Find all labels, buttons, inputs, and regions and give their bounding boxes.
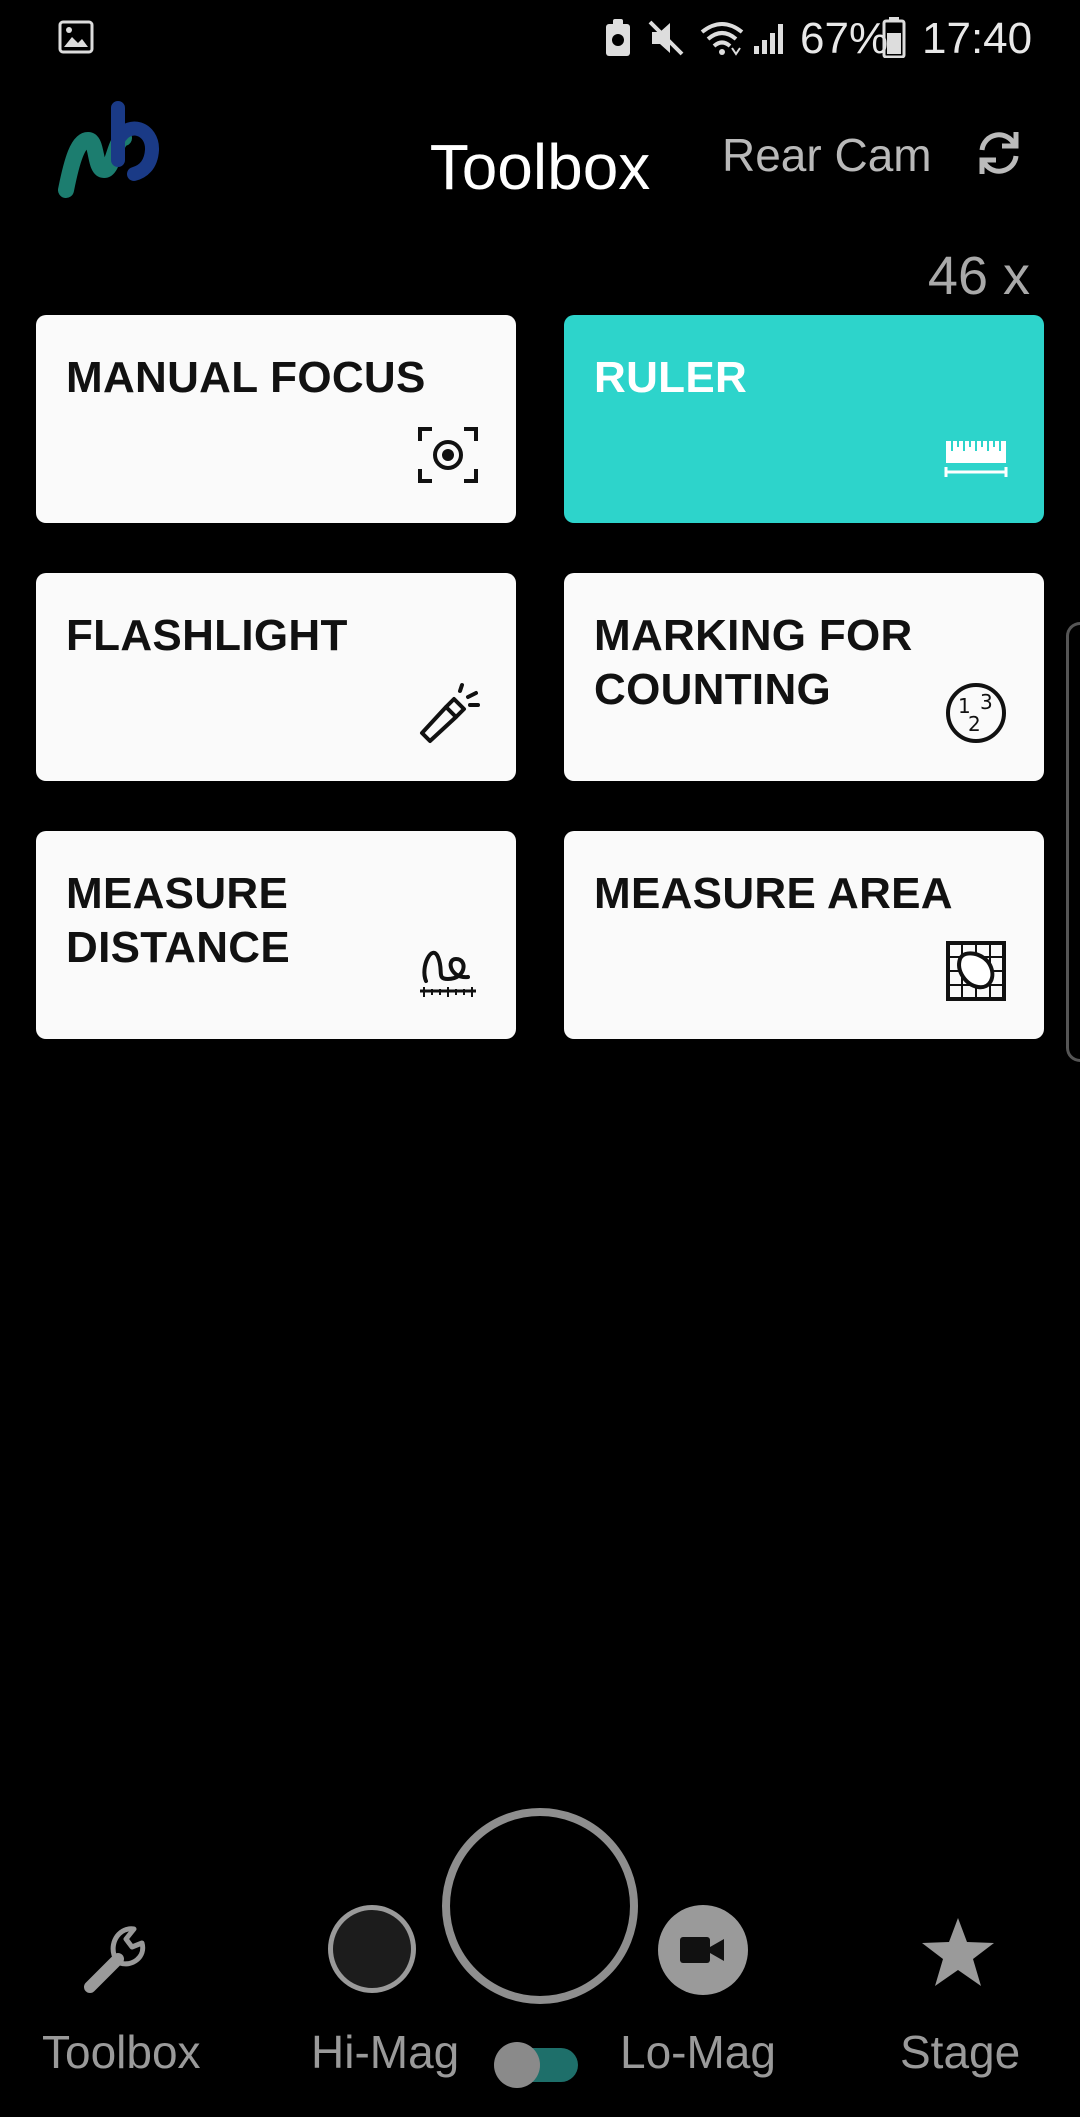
edge-panel-handle[interactable]: [1066, 622, 1080, 1062]
tile-label: RULER: [594, 353, 748, 402]
wifi-icon: [700, 22, 744, 56]
tile-label: MEASURE AREA: [594, 869, 953, 918]
toggle-thumb: [494, 2042, 540, 2088]
magnification-level: 46 x: [927, 246, 1030, 306]
battery-percent: 67%: [800, 14, 889, 63]
tile-measure-area[interactable]: MEASURE AREA: [564, 831, 1044, 1039]
ruler-icon: [944, 441, 1008, 477]
star-icon[interactable]: [920, 1916, 996, 1988]
mute-icon: [648, 20, 684, 56]
tile-marking-for-counting[interactable]: MARKING FOR COUNTING 1 2 3: [564, 573, 1044, 781]
gallery-icon: [58, 20, 94, 54]
tile-label: FLASHLIGHT: [66, 611, 348, 660]
battery-icon: [882, 17, 906, 58]
svg-text:3: 3: [980, 690, 993, 714]
counting-numbers-icon: 1 2 3: [946, 683, 1006, 743]
signal-icon: [754, 24, 783, 54]
camera-switch-icon[interactable]: [974, 128, 1024, 178]
svg-text:2: 2: [968, 712, 981, 736]
tile-flashlight[interactable]: FLASHLIGHT: [36, 573, 516, 781]
tile-label: MANUAL FOCUS: [66, 353, 426, 402]
tile-manual-focus[interactable]: MANUAL FOCUS: [36, 315, 516, 523]
app-notification-icon: [606, 19, 630, 56]
camera-label[interactable]: Rear Cam: [722, 128, 932, 182]
mag-toggle-switch[interactable]: [494, 2042, 578, 2088]
toolbox-nav-label[interactable]: Toolbox: [42, 2025, 201, 2079]
lomag-label[interactable]: Lo-Mag: [620, 2025, 776, 2079]
himag-label[interactable]: Hi-Mag: [311, 2025, 459, 2079]
tile-label: MARKING FOR COUNTING: [594, 611, 913, 714]
measure-distance-icon: [420, 950, 476, 997]
video-record-button[interactable]: [658, 1905, 748, 1995]
tile-measure-distance[interactable]: MEASURE DISTANCE: [36, 831, 516, 1039]
flashlight-icon: [420, 683, 480, 743]
clock: 17:40: [922, 14, 1033, 63]
focus-target-icon: [418, 427, 478, 483]
stage-label[interactable]: Stage: [900, 2025, 1020, 2079]
status-bar: 67% 17:40: [0, 0, 1080, 80]
tile-ruler[interactable]: RULER: [564, 315, 1044, 523]
video-camera-icon: [680, 1937, 724, 1963]
capture-button[interactable]: [442, 1808, 638, 2004]
measure-area-icon: [946, 941, 1006, 1001]
toolbox-icon[interactable]: [80, 1915, 160, 1995]
himag-button[interactable]: [328, 1905, 416, 1993]
